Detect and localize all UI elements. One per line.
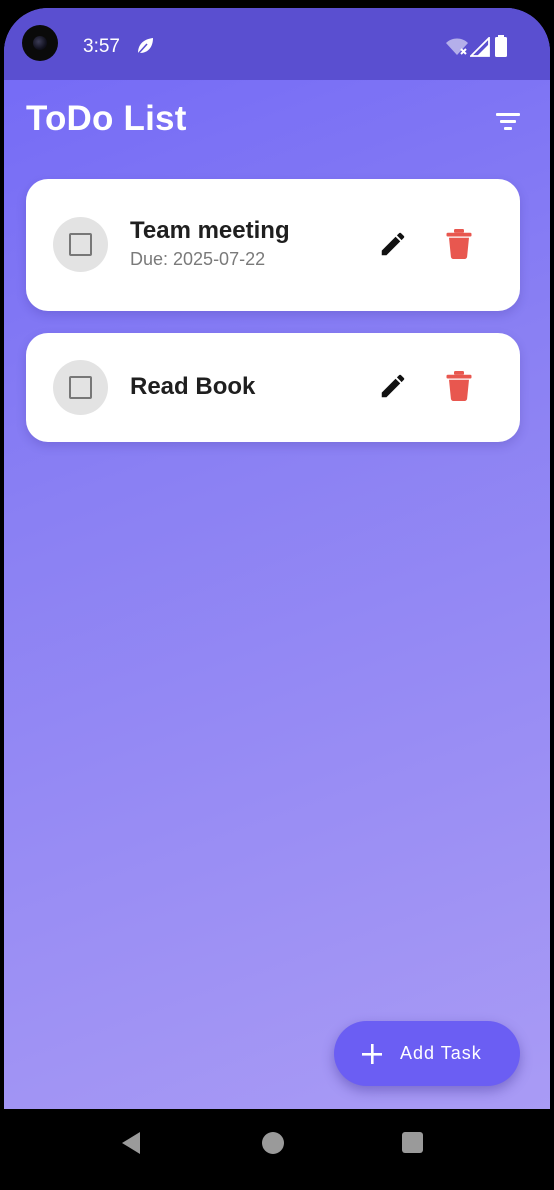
complete-toggle[interactable] xyxy=(53,360,108,415)
trash-icon[interactable] xyxy=(446,229,472,259)
wifi-icon xyxy=(446,38,468,55)
status-time: 3:57 xyxy=(83,36,120,57)
add-task-button[interactable]: Add Task xyxy=(334,1021,520,1086)
recents-icon[interactable] xyxy=(402,1132,423,1153)
status-bar: 3:57 xyxy=(4,8,550,80)
battery-icon xyxy=(495,35,507,57)
task-title: Team meeting xyxy=(130,217,290,244)
complete-toggle[interactable] xyxy=(53,217,108,272)
add-task-label: Add Task xyxy=(400,1043,482,1063)
task-card[interactable]: Team meeting Due: 2025-07-22 xyxy=(26,179,520,311)
app-screen: 3:57 ToDo List Team meeting Due: 2025-07… xyxy=(4,8,550,1109)
plus-icon xyxy=(362,1044,382,1064)
home-icon[interactable] xyxy=(262,1132,284,1154)
back-icon[interactable] xyxy=(120,1131,142,1155)
task-card[interactable]: Read Book xyxy=(26,333,520,442)
front-camera xyxy=(22,25,58,61)
task-title: Read Book xyxy=(130,373,256,400)
device-frame: 3:57 ToDo List Team meeting Due: 2025-07… xyxy=(0,0,554,1190)
page-title: ToDo List xyxy=(26,99,187,138)
leaf-icon xyxy=(137,38,153,55)
checkbox-icon xyxy=(69,233,92,256)
task-due-date: Due: 2025-07-22 xyxy=(130,249,266,269)
filter-icon[interactable] xyxy=(490,103,526,139)
edit-icon[interactable] xyxy=(378,371,408,401)
edit-icon[interactable] xyxy=(378,229,408,259)
signal-icon xyxy=(470,37,490,57)
checkbox-icon xyxy=(69,376,92,399)
system-nav-bar xyxy=(0,1109,554,1190)
trash-icon[interactable] xyxy=(446,371,472,401)
